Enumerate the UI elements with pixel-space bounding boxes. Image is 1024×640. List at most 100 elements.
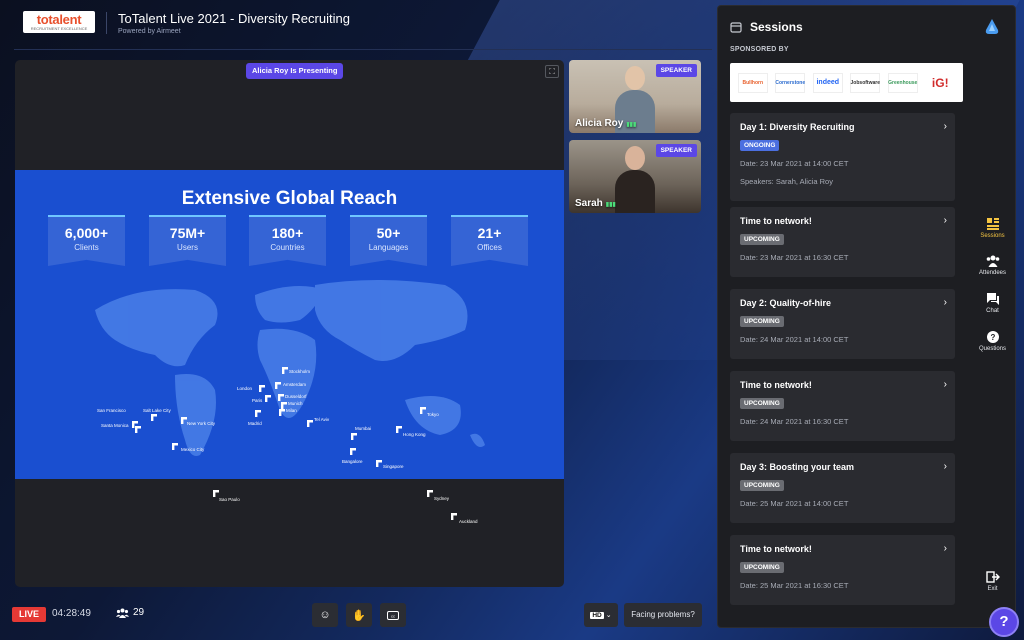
question-icon: ? <box>986 331 999 343</box>
speaker-video <box>615 146 655 213</box>
speaker-tile-alicia[interactable]: SPEAKER Alicia Roy ▮▮▮ <box>569 60 701 133</box>
stat-label: Languages <box>368 243 409 252</box>
video-quality-select[interactable]: HD ⌄ <box>584 603 618 627</box>
sponsor-logo[interactable]: Greenhouse <box>887 72 918 93</box>
sponsor-logo[interactable]: iG! <box>925 73 955 93</box>
city-label: Singapore <box>383 464 404 469</box>
rail-questions[interactable]: ? Questions <box>969 330 1016 352</box>
city-label: Salt Lake City <box>143 408 171 413</box>
header-divider <box>106 12 107 34</box>
session-card[interactable]: Time to network! › UPCOMING Date: 23 Mar… <box>730 207 955 277</box>
emoji-icon: ☺ <box>319 609 331 621</box>
closed-captions-button[interactable]: cc <box>380 603 406 627</box>
city-label: Munich <box>288 401 303 406</box>
svg-text:?: ? <box>990 333 995 342</box>
session-date: Date: 24 Mar 2021 at 16:30 CET <box>740 417 849 426</box>
city-label: Milan <box>286 408 297 413</box>
session-card[interactable]: Day 2: Quality-of-hire › UPCOMING Date: … <box>730 289 955 359</box>
attendee-count-value: 29 <box>133 607 145 618</box>
live-timer: 04:28:49 <box>52 608 91 619</box>
speaker-name-text: Alicia Roy <box>575 118 624 129</box>
session-date: Date: 23 Mar 2021 at 14:00 CET <box>740 159 849 168</box>
session-title: Day 2: Quality-of-hire <box>740 298 832 308</box>
stat-label: Clients <box>74 243 99 252</box>
city-label: Bangalore <box>342 459 363 464</box>
rail-label: Attendees <box>978 270 1007 276</box>
fullscreen-button[interactable]: ⛶ <box>545 65 559 78</box>
session-card[interactable]: Day 1: Diversity Recruiting › ONGOING Da… <box>730 113 955 201</box>
sessions-icon <box>986 218 999 230</box>
event-title: ToTalent Live 2021 - Diversity Recruitin… <box>118 11 350 26</box>
raise-hand-button[interactable]: ✋ <box>346 603 372 627</box>
help-icon: ? <box>999 613 1009 630</box>
sponsor-logo[interactable]: Cornerstone <box>775 72 806 93</box>
stat-value: 180+ <box>271 225 304 241</box>
presenting-badge: Alicia Roy Is Presenting <box>246 63 344 79</box>
city-label: Sydney <box>434 496 450 501</box>
rail-exit[interactable]: Exit <box>969 570 1016 592</box>
session-card[interactable]: Time to network! › UPCOMING Date: 24 Mar… <box>730 371 955 441</box>
city-label: Mexico City <box>181 447 205 452</box>
session-date: Date: 25 Mar 2021 at 14:00 CET <box>740 499 849 508</box>
speaker-head <box>625 66 645 90</box>
city-label: San Francisco <box>97 408 126 413</box>
status-badge: UPCOMING <box>740 316 784 327</box>
chevron-right-icon: › <box>943 215 947 226</box>
session-title: Time to network! <box>740 216 812 226</box>
chevron-right-icon: › <box>943 543 947 554</box>
rail-attendees[interactable]: Attendees <box>969 254 1016 276</box>
speaker-name: Sarah ▮▮▮ <box>575 198 616 209</box>
status-badge: ONGOING <box>740 140 780 151</box>
audio-level-icon: ▮▮▮ <box>626 122 637 128</box>
session-date: Date: 23 Mar 2021 at 16:30 CET <box>740 253 849 262</box>
city-label: Hong Kong <box>403 432 426 437</box>
city-pin <box>213 490 219 497</box>
rail-chat[interactable]: Chat <box>969 292 1016 314</box>
session-date: Date: 24 Mar 2021 at 14:00 CET <box>740 335 849 344</box>
session-title: Time to network! <box>740 544 812 554</box>
city-label: Dusseldorf <box>285 394 307 399</box>
speaker-badge: SPEAKER <box>655 144 697 157</box>
stat-label: Users <box>177 243 198 252</box>
stat-value: 50+ <box>376 225 401 241</box>
chevron-down-icon: ⌄ <box>605 612 612 619</box>
session-card[interactable]: Time to network! › UPCOMING Date: 25 Mar… <box>730 535 955 605</box>
city-label: New York City <box>187 421 216 426</box>
speaker-tile-sarah[interactable]: SPEAKER Sarah ▮▮▮ <box>569 140 701 213</box>
sessions-panel-header: Sessions <box>730 20 803 34</box>
logo-subtext: RECRUITMENT EXCELLENCE <box>30 26 88 31</box>
rail-label: Questions <box>978 346 1006 352</box>
rail-sessions[interactable]: Sessions <box>969 217 1016 239</box>
stat-countries: 180+ Countries <box>249 215 326 266</box>
speaker-badge: SPEAKER <box>655 64 697 77</box>
stat-clients: 6,000+ Clients <box>48 215 125 266</box>
presentation-stage[interactable]: Alicia Roy Is Presenting ⛶ Extensive Glo… <box>15 60 564 587</box>
city-pin <box>427 490 433 497</box>
stat-value: 21+ <box>477 225 502 241</box>
help-button[interactable]: ? <box>989 607 1019 637</box>
session-card[interactable]: Day 3: Boosting your team › UPCOMING Dat… <box>730 453 955 523</box>
session-title: Day 1: Diversity Recruiting <box>740 122 855 132</box>
sponsor-logo[interactable]: Jobsoftware <box>850 72 881 93</box>
chevron-right-icon: › <box>943 461 947 472</box>
speaker-name-text: Sarah <box>575 198 603 209</box>
expand-icon: ⛶ <box>549 66 555 76</box>
session-title: Time to network! <box>740 380 812 390</box>
city-label: Amsterdam <box>283 382 307 387</box>
sponsor-logo[interactable]: indeed <box>812 72 843 93</box>
stat-languages: 50+ Languages <box>350 215 427 266</box>
sponsor-logo[interactable]: Bullhorn <box>737 72 768 93</box>
city-label: Sao Paulo <box>219 497 240 502</box>
attendee-count[interactable]: 29 <box>116 607 144 618</box>
emoji-reaction-button[interactable]: ☺ <box>312 603 338 627</box>
rail-label: Sessions <box>980 233 1005 239</box>
sessions-panel-title: Sessions <box>750 20 803 34</box>
city-label: Madrid <box>248 421 262 426</box>
facing-problems-button[interactable]: Facing problems? <box>624 603 702 627</box>
calendar-icon <box>730 22 742 33</box>
closed-captions-icon: cc <box>387 610 399 620</box>
speaker-name: Alicia Roy ▮▮▮ <box>575 118 636 129</box>
session-title: Day 3: Boosting your team <box>740 462 855 472</box>
chevron-right-icon: › <box>943 297 947 308</box>
status-badge: UPCOMING <box>740 398 784 409</box>
